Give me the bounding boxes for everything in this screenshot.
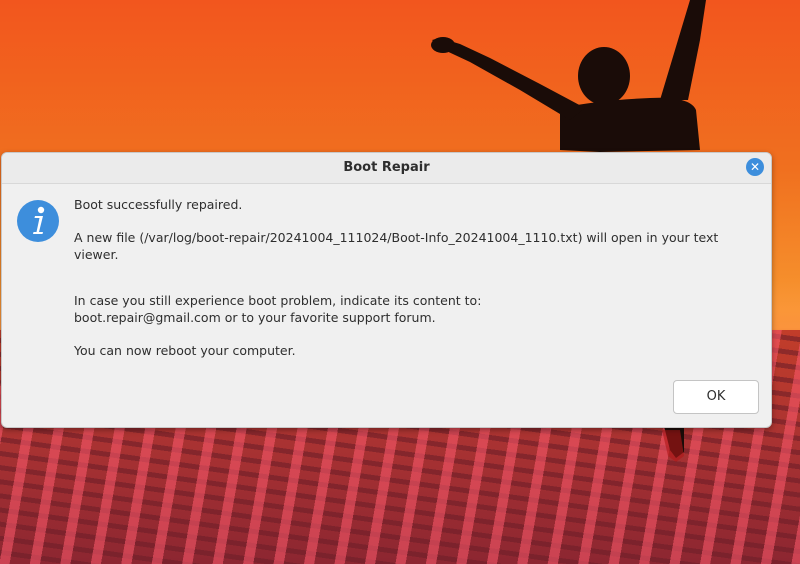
ok-button[interactable]: OK (673, 380, 759, 414)
boot-repair-dialog: Boot Repair ✕ Boot successfully repaired… (1, 152, 772, 428)
info-icon (17, 200, 59, 242)
success-message: Boot successfully repaired. (74, 197, 243, 212)
desktop: Boot Repair ✕ Boot successfully repaired… (0, 0, 800, 564)
reboot-message: You can now reboot your computer. (74, 343, 296, 358)
problem-instructions-line2: boot.repair@gmail.com or to your favorit… (74, 310, 436, 325)
close-icon[interactable]: ✕ (746, 158, 764, 176)
file-notice: A new file (/var/log/boot-repair/2024100… (74, 230, 719, 262)
dialog-titlebar: Boot Repair ✕ (2, 153, 771, 184)
dialog-title: Boot Repair (343, 160, 430, 175)
dialog-message: Boot successfully repaired. A new file (… (74, 196, 764, 359)
problem-instructions-line1: In case you still experience boot proble… (74, 293, 482, 308)
